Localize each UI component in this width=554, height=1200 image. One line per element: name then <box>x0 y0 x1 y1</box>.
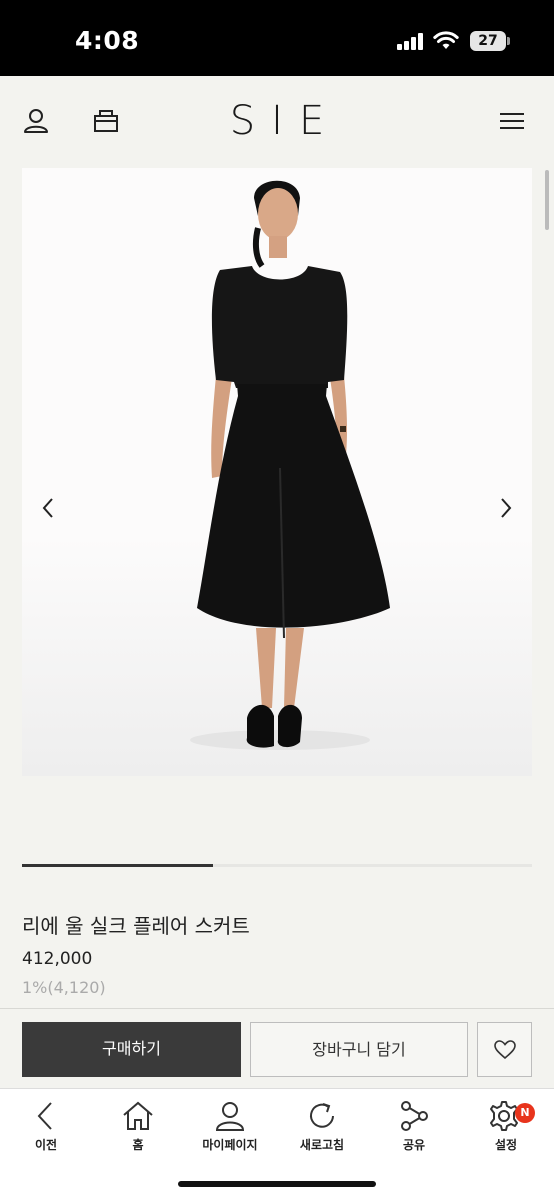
home-icon <box>123 1101 153 1130</box>
nav-mypage-label: 마이페이지 <box>202 1138 258 1152</box>
wifi-icon <box>433 31 459 49</box>
product-photo <box>190 180 390 750</box>
user-icon <box>215 1102 245 1131</box>
nav-share[interactable]: 공유 <box>368 1099 460 1153</box>
scrollbar[interactable] <box>545 170 549 230</box>
brand-logo[interactable]: SIE <box>0 98 554 144</box>
nav-home[interactable]: 홈 <box>92 1099 184 1153</box>
product-price: 412,000 <box>22 949 93 969</box>
gallery-progress-track <box>22 864 532 867</box>
purchase-action-bar: 구매하기 장바구니 담기 <box>0 1008 554 1088</box>
add-to-cart-button[interactable]: 장바구니 담기 <box>250 1022 468 1077</box>
product-name: 리에 울 실크 플레어 스커트 <box>22 914 250 938</box>
gallery-progress-fill <box>22 864 214 867</box>
nav-settings-label: 설정 <box>494 1138 518 1152</box>
hamburger-menu-icon[interactable] <box>498 107 526 135</box>
app-header: SIE <box>0 76 554 168</box>
battery-indicator: 27 <box>470 31 506 51</box>
status-bar: 4:08 27 <box>0 0 554 76</box>
product-point: 1%(4,120) <box>22 978 106 997</box>
chevron-left-icon[interactable] <box>38 493 58 523</box>
signal-icon <box>397 33 425 50</box>
notification-badge: N <box>515 1103 535 1123</box>
refresh-icon <box>310 1103 334 1128</box>
product-image[interactable] <box>22 168 532 776</box>
nav-home-label: 홈 <box>132 1138 144 1152</box>
heart-icon <box>493 1040 516 1060</box>
share-icon <box>401 1101 428 1131</box>
buy-button[interactable]: 구매하기 <box>22 1022 241 1077</box>
wishlist-button[interactable] <box>477 1022 532 1077</box>
nav-back-label: 이전 <box>34 1138 58 1152</box>
nav-settings[interactable]: N 설정 <box>460 1099 552 1153</box>
nav-mypage[interactable]: 마이페이지 <box>184 1099 276 1153</box>
home-indicator <box>178 1181 376 1187</box>
back-icon <box>37 1102 52 1130</box>
battery-cap <box>507 37 510 45</box>
nav-refresh[interactable]: 새로고침 <box>276 1099 368 1153</box>
nav-refresh-label: 새로고침 <box>299 1138 345 1152</box>
nav-share-label: 공유 <box>402 1138 426 1152</box>
chevron-right-icon[interactable] <box>496 493 516 523</box>
nav-back[interactable]: 이전 <box>0 1099 92 1153</box>
status-time: 4:08 <box>75 26 140 55</box>
